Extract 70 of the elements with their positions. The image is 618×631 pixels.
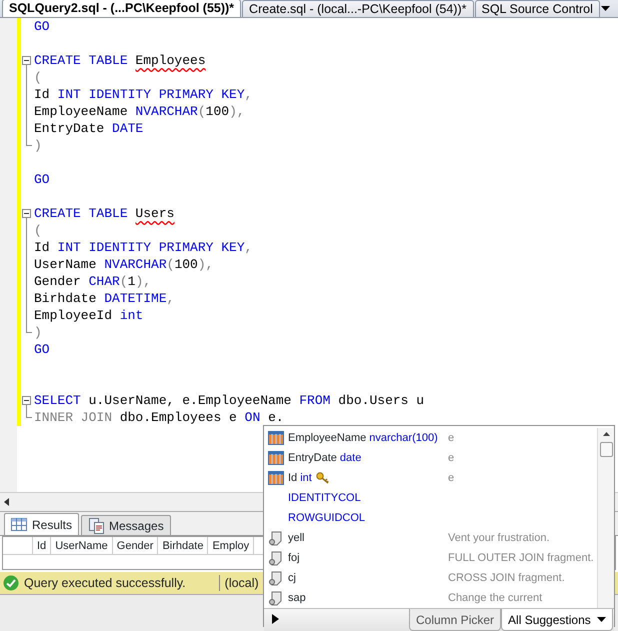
scroll-icon <box>268 550 284 566</box>
dropdown-icon <box>601 6 610 11</box>
dropdown-icon <box>596 617 606 622</box>
code-line: Gender CHAR(1), <box>34 273 152 290</box>
scroll-icon <box>268 530 284 546</box>
suggestion-name[interactable]: Id <box>288 470 298 486</box>
column-type: int <box>300 470 312 486</box>
suggestion-detail: Vent your frustration. <box>448 530 550 546</box>
code-line: EmployeeId int <box>34 307 144 324</box>
suggestion-name[interactable]: IDENTITYCOL <box>288 490 361 506</box>
suggestion-name[interactable]: sap <box>288 590 306 606</box>
results-tab[interactable]: Messages <box>81 515 171 535</box>
suggestion-detail: e <box>448 470 454 486</box>
code-line: GO <box>34 18 50 35</box>
column-header[interactable]: UserName <box>51 537 113 554</box>
suggestion-name[interactable]: ROWGUIDCOL <box>288 510 365 526</box>
column-header[interactable]: Birhdate <box>158 537 208 554</box>
code-line: ) <box>34 324 42 341</box>
code-line: EmployeeName NVARCHAR(100), <box>34 103 245 120</box>
suggestion-detail: e <box>448 430 454 446</box>
column-header[interactable]: Employ <box>208 537 254 554</box>
grid-icon <box>11 518 27 531</box>
suggestion-name[interactable]: EntryDate <box>288 450 337 466</box>
code-line: EntryDate DATE <box>34 120 144 137</box>
code-line: UserName NVARCHAR(100), <box>34 256 214 273</box>
suggestion-detail: CROSS JOIN fragment. <box>448 570 565 586</box>
editor-tab[interactable]: SQLQuery2.sql - (...PC\Keepfool (55))* <box>2 0 242 17</box>
suggestion-filter-tab[interactable]: Column Picker <box>409 609 502 631</box>
success-icon <box>3 575 19 591</box>
column-header[interactable]: Gender <box>112 537 158 554</box>
code-line: Id INT IDENTITY PRIMARY KEY, <box>34 239 252 256</box>
suggestion-name[interactable]: EmployeeName <box>288 430 366 446</box>
suggestion-name[interactable]: yell <box>288 530 305 546</box>
suggestion-filter-tab[interactable]: All Suggestions <box>501 609 613 631</box>
code-line: SELECT u.UserName, e.EmployeeName FROM dbo.Users u <box>34 392 424 409</box>
suggestion-detail: FULL OUTER JOIN fragment. <box>448 550 594 566</box>
fold-end-line <box>26 324 32 333</box>
code-line: ) <box>34 137 42 154</box>
scroll-icon <box>268 570 284 586</box>
fold-end-line <box>26 137 32 146</box>
status-message: Query executed successfully. <box>24 574 186 592</box>
column-icon <box>268 430 284 446</box>
suggestion-name[interactable]: cj <box>288 570 296 586</box>
scroll-icon <box>268 590 284 606</box>
editor-tab[interactable]: Create.sql - (local...-PC\Keepfool (54))* <box>242 0 474 17</box>
column-header[interactable]: Id <box>33 537 52 554</box>
column-icon <box>268 470 284 486</box>
code-line: CREATE TABLE Users <box>34 205 174 222</box>
suggestion-detail: Change the current <box>448 590 542 606</box>
fold-end-line <box>26 409 32 418</box>
suggestion-name[interactable]: foj <box>288 550 300 566</box>
code-line: GO <box>34 341 50 358</box>
results-tab[interactable]: Results <box>4 513 80 535</box>
scroll-left-icon <box>4 498 9 506</box>
code-line: CREATE TABLE Employees <box>34 52 206 69</box>
column-type: nvarchar(100) <box>369 430 438 446</box>
play-icon <box>272 614 279 624</box>
code-line: INNER JOIN dbo.Employees e ON e. <box>34 409 284 426</box>
code-line: ( <box>34 69 42 86</box>
editor-tab[interactable]: SQL Source Control <box>474 0 600 17</box>
code-line: ( <box>34 222 42 239</box>
code-line: GO <box>34 171 50 188</box>
document-icon <box>88 518 104 534</box>
scroll-thumb[interactable] <box>600 442 612 457</box>
column-icon <box>268 450 284 466</box>
code-line: Birhdate DATETIME, <box>34 290 174 307</box>
code-line: Id INT IDENTITY PRIMARY KEY, <box>34 86 252 103</box>
column-type: date <box>340 450 362 466</box>
suggestion-detail: e <box>448 450 454 466</box>
server-name: (local) <box>224 574 259 592</box>
